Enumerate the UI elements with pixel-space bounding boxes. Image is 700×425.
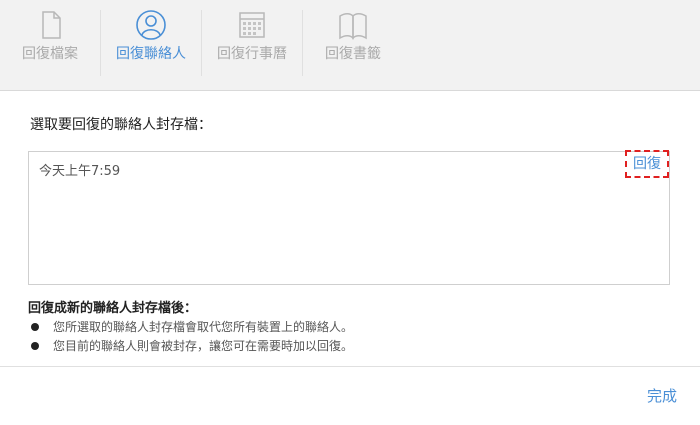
tab-label: 回復聯絡人 — [116, 46, 186, 62]
book-icon — [339, 13, 367, 40]
tab-restore-bookmarks[interactable]: 回復書籤 — [303, 0, 403, 90]
tab-restore-calendar[interactable]: 回復行事曆 — [202, 0, 302, 90]
calendar-icon — [239, 12, 265, 38]
tab-restore-contacts[interactable]: 回復聯絡人 — [101, 0, 201, 90]
archive-time: 今天上午7:59 — [39, 164, 121, 179]
tab-label: 回復行事曆 — [217, 46, 287, 62]
bullet-icon — [31, 342, 39, 350]
note-item: 您所選取的聯絡人封存檔會取代您所有裝置上的聯絡人。 — [28, 318, 353, 335]
tab-label: 回復書籤 — [325, 46, 381, 62]
note-text: 您所選取的聯絡人封存檔會取代您所有裝置上的聯絡人。 — [53, 320, 354, 334]
document-icon — [42, 11, 61, 39]
done-button[interactable]: 完成 — [647, 385, 677, 406]
note-text: 您目前的聯絡人則會被封存，讓您可在需要時加以回復。 — [53, 339, 354, 353]
restore-button[interactable]: 回復 — [625, 150, 669, 178]
contact-icon — [136, 10, 166, 40]
toolbar: 回復檔案 回復聯絡人 回復行事曆 回復書籤 — [0, 0, 700, 91]
tab-label: 回復檔案 — [22, 46, 78, 62]
bullet-icon — [31, 323, 39, 331]
tab-restore-files[interactable]: 回復檔案 — [0, 0, 100, 90]
archive-list[interactable]: 今天上午7:59 回復 — [28, 150, 670, 285]
archive-list-heading: 選取要回復的聯絡人封存檔： — [30, 117, 212, 133]
notes-title: 回復成新的聯絡人封存檔後： — [28, 301, 198, 316]
note-item: 您目前的聯絡人則會被封存，讓您可在需要時加以回復。 — [28, 337, 353, 354]
footer-divider — [0, 366, 700, 367]
